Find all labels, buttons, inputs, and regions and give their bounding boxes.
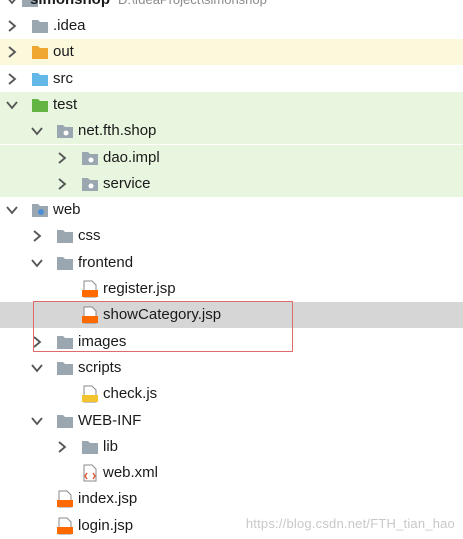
tree-item-web-inf[interactable]: WEB-INF: [0, 408, 463, 434]
tree-item-label: check.js: [103, 385, 158, 403]
tree-item-web-xml[interactable]: web.xml: [0, 460, 463, 486]
tree-item-label: dao.impl: [103, 148, 160, 166]
tree-item-label: login.jsp: [78, 516, 134, 534]
tree-item-images[interactable]: images: [0, 329, 463, 355]
tree-item-register-jsp[interactable]: register.jsp: [0, 276, 463, 302]
xml-file-icon: [81, 464, 99, 482]
tree-item-label: scripts: [78, 358, 122, 376]
chevron-right-icon[interactable]: [5, 18, 19, 34]
jsp-file-icon: [56, 517, 74, 535]
chevron-right-icon[interactable]: [30, 334, 44, 350]
folder-icon: [56, 333, 74, 351]
tree-item-label: service: [103, 174, 151, 192]
tree-item-label: web.xml: [103, 464, 159, 482]
chevron-down-icon[interactable]: [30, 413, 44, 429]
package-icon: [56, 122, 74, 140]
folder-icon: [31, 96, 49, 114]
folder-icon: [56, 359, 74, 377]
expand-arrow-icon[interactable]: [5, 0, 19, 8]
tree-item-label: net.fth.shop: [78, 122, 157, 140]
folder-icon: [81, 438, 99, 456]
tree-item-css[interactable]: css: [0, 223, 463, 249]
tree-item-net-fth-shop[interactable]: net.fth.shop: [0, 118, 463, 145]
chevron-right-icon[interactable]: [5, 71, 19, 87]
tree-item-label: lib: [103, 437, 119, 455]
project-path: D:\IdeaProject\simonshop: [118, 0, 267, 7]
tree-item-showcategory-jsp[interactable]: showCategory.jsp: [0, 302, 463, 329]
tree-item-label: index.jsp: [78, 490, 138, 508]
jsp-file-icon: [81, 280, 99, 298]
tree-item-label: .idea: [53, 17, 86, 34]
tree-item-label: register.jsp: [103, 280, 176, 297]
tree-item-label: out: [53, 43, 74, 61]
chevron-down-icon[interactable]: [30, 255, 44, 271]
tree-item-web[interactable]: web: [0, 197, 463, 223]
tree-item-label: css: [78, 227, 101, 245]
chevron-right-icon[interactable]: [5, 44, 19, 60]
tree-item-label: WEB-INF: [78, 411, 142, 429]
jsp-file-icon: [56, 490, 74, 508]
project-root-row[interactable]: simonshop D:\IdeaProject\simonshop: [0, 0, 463, 13]
tree-item-lib[interactable]: lib: [0, 434, 463, 460]
folder-icon: [56, 254, 74, 272]
chevron-down-icon[interactable]: [30, 123, 44, 139]
watermark: https://blog.csdn.net/FTH_tian_hao: [245, 516, 455, 531]
folder-icon: [56, 227, 74, 245]
tree-item-index-jsp[interactable]: index.jsp: [0, 486, 463, 512]
tree-item-frontend[interactable]: frontend: [0, 250, 463, 276]
chevron-right-icon[interactable]: [55, 439, 69, 455]
tree-item-label: frontend: [78, 253, 134, 271]
tree-item-label: images: [78, 332, 127, 350]
tree-item-dao-impl[interactable]: dao.impl: [0, 144, 463, 171]
tree-item-scripts[interactable]: scripts: [0, 355, 463, 381]
chevron-down-icon[interactable]: [5, 97, 19, 113]
folder-icon: [31, 43, 49, 61]
package-icon: [81, 149, 99, 167]
folder-icon: [31, 201, 49, 219]
tree-item-label: src: [53, 69, 73, 87]
tree-item-idea[interactable]: .idea: [0, 13, 463, 39]
tree-item-src[interactable]: src: [0, 66, 463, 92]
chevron-right-icon[interactable]: [55, 150, 69, 166]
tree-item-label: web: [53, 201, 81, 219]
package-icon: [81, 175, 99, 193]
folder-icon: [56, 412, 74, 430]
tree-item-check-js[interactable]: check.js: [0, 381, 463, 407]
chevron-right-icon[interactable]: [55, 176, 69, 192]
tree-item-label: test: [53, 95, 78, 113]
project-name: simonshop: [30, 0, 110, 8]
tree-item-out[interactable]: out: [0, 39, 463, 66]
tree-item-service[interactable]: service: [0, 170, 463, 197]
tree-item-test[interactable]: test: [0, 91, 463, 118]
chevron-down-icon[interactable]: [5, 202, 19, 218]
folder-icon: [31, 17, 49, 35]
jsp-file-icon: [81, 306, 99, 324]
chevron-down-icon[interactable]: [30, 360, 44, 376]
folder-icon: [31, 70, 49, 88]
tree-item-label: showCategory.jsp: [103, 306, 222, 324]
js-file-icon: [81, 385, 99, 403]
chevron-right-icon[interactable]: [30, 228, 44, 244]
